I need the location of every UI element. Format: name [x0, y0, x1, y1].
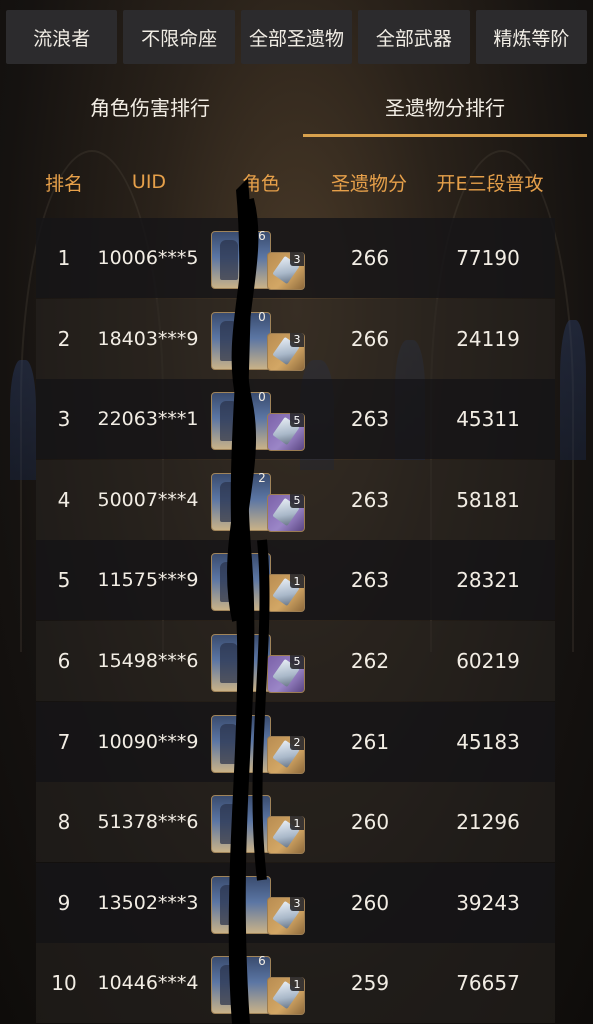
header-damage: 开E三段普攻: [436, 172, 544, 195]
row-uid: 22063***1: [97, 408, 199, 431]
constellation-badge: [255, 873, 269, 889]
row-uid: 15498***6: [97, 649, 199, 672]
ranking-row[interactable]: 7 10090***9 2 261 45183: [36, 701, 555, 782]
header-rank: 排名: [44, 172, 83, 195]
row-uid: 18403***9: [97, 327, 199, 350]
row-artifact-score: 260: [350, 890, 390, 915]
table-header: 排名 UID 角色 圣遗物分 开E三段普攻: [36, 160, 556, 204]
refinement-badge: 3: [290, 252, 304, 266]
row-uid: 10006***5: [97, 247, 199, 269]
row-uid: 11575***9: [97, 569, 199, 592]
row-damage: 24119: [456, 326, 520, 351]
ranking-row[interactable]: 9 13502***3 3 260 39243: [36, 862, 555, 943]
refinement-badge: 5: [290, 413, 304, 428]
ranking-row[interactable]: 4 50007***4 2 5 263 58181: [36, 459, 555, 540]
row-uid: 13502***3: [97, 891, 199, 914]
row-damage: 60219: [456, 648, 520, 673]
row-damage: 45183: [456, 729, 520, 754]
row-uid: 10090***9: [97, 730, 199, 753]
filter-artifact-button[interactable]: 全部圣遗物: [240, 10, 353, 64]
row-artifact-score: 260: [350, 810, 390, 835]
row-rank: 10: [51, 971, 77, 996]
row-rank: 7: [57, 729, 71, 754]
filter-constellation-button[interactable]: 不限命座: [123, 10, 235, 64]
ranking-row[interactable]: 8 51378***6 1 260 21296: [36, 782, 555, 863]
ranking-list: 1 10006***5 6 3 266 77190 2 18403***9 0 …: [36, 218, 555, 1024]
constellation-badge: [255, 712, 269, 728]
header-character: 角色: [241, 172, 280, 195]
constellation-badge: 0: [258, 309, 266, 324]
row-artifact-score: 262: [350, 648, 390, 673]
row-rank: 5: [57, 568, 71, 593]
refinement-badge: 5: [290, 654, 304, 669]
row-uid: 51378***6: [97, 811, 199, 834]
constellation-badge: [255, 792, 269, 808]
row-artifact-score: 261: [350, 729, 390, 754]
refinement-badge: 1: [290, 574, 304, 589]
ranking-row[interactable]: 1 10006***5 6 3 266 77190: [36, 218, 555, 298]
constellation-badge: 2: [258, 470, 266, 485]
row-artifact-score: 266: [350, 326, 390, 351]
row-damage: 39243: [456, 890, 520, 915]
constellation-badge: 0: [258, 390, 266, 405]
constellation-badge: 0: [258, 551, 266, 566]
row-artifact-score: 263: [350, 407, 390, 432]
row-damage: 45311: [456, 407, 520, 432]
row-damage: 58181: [456, 487, 520, 512]
refinement-badge: 1: [290, 977, 304, 992]
active-tab-indicator: [303, 134, 587, 137]
row-rank: 3: [57, 407, 71, 432]
header-artifact-score: 圣遗物分: [330, 172, 407, 195]
refinement-badge: 5: [290, 493, 304, 508]
row-artifact-score: 263: [350, 568, 390, 593]
tab-damage-rank[interactable]: 角色伤害排行: [30, 74, 270, 138]
row-artifact-score: 259: [350, 971, 390, 996]
row-rank: 9: [57, 890, 71, 915]
row-uid: 10446***4: [97, 972, 199, 995]
filter-weapon-button[interactable]: 全部武器: [358, 10, 470, 64]
ranking-row[interactable]: 10 10446***4 6 1 259 76657: [36, 943, 555, 1024]
refinement-badge: 3: [290, 332, 304, 347]
row-damage: 76657: [456, 971, 520, 996]
header-uid: UID: [131, 171, 167, 193]
row-uid: 50007***4: [97, 488, 199, 511]
row-rank: 2: [57, 326, 71, 351]
refinement-badge: 3: [290, 896, 304, 911]
ranking-row[interactable]: 6 15498***6 5 262 60219: [36, 620, 555, 701]
row-damage: 77190: [456, 246, 520, 270]
row-damage: 21296: [456, 810, 520, 835]
constellation-badge: 6: [258, 954, 266, 969]
constellation-badge: 6: [258, 229, 266, 243]
filter-bar: 流浪者 不限命座 全部圣遗物 全部武器 精炼等阶: [6, 10, 588, 64]
filter-character-button[interactable]: 流浪者: [6, 10, 118, 64]
row-damage: 28321: [456, 568, 520, 593]
rank-tabs: 角色伤害排行 圣遗物分排行: [0, 74, 593, 138]
ranking-row[interactable]: 5 11575***9 0 1 263 28321: [36, 540, 555, 621]
row-artifact-score: 263: [350, 487, 390, 512]
filter-refinement-button[interactable]: 精炼等阶: [475, 10, 588, 64]
row-rank: 8: [57, 810, 71, 835]
tab-artifact-rank[interactable]: 圣遗物分排行: [303, 74, 587, 138]
row-rank: 4: [57, 487, 71, 512]
ranking-row[interactable]: 3 22063***1 0 5 263 45311: [36, 379, 555, 460]
constellation-badge: [255, 631, 269, 647]
ranking-row[interactable]: 2 18403***9 0 3 266 24119: [36, 298, 555, 379]
refinement-badge: 2: [290, 735, 304, 750]
refinement-badge: 1: [290, 816, 304, 831]
row-artifact-score: 266: [350, 246, 390, 270]
row-rank: 6: [57, 648, 71, 673]
row-rank: 1: [57, 246, 71, 270]
